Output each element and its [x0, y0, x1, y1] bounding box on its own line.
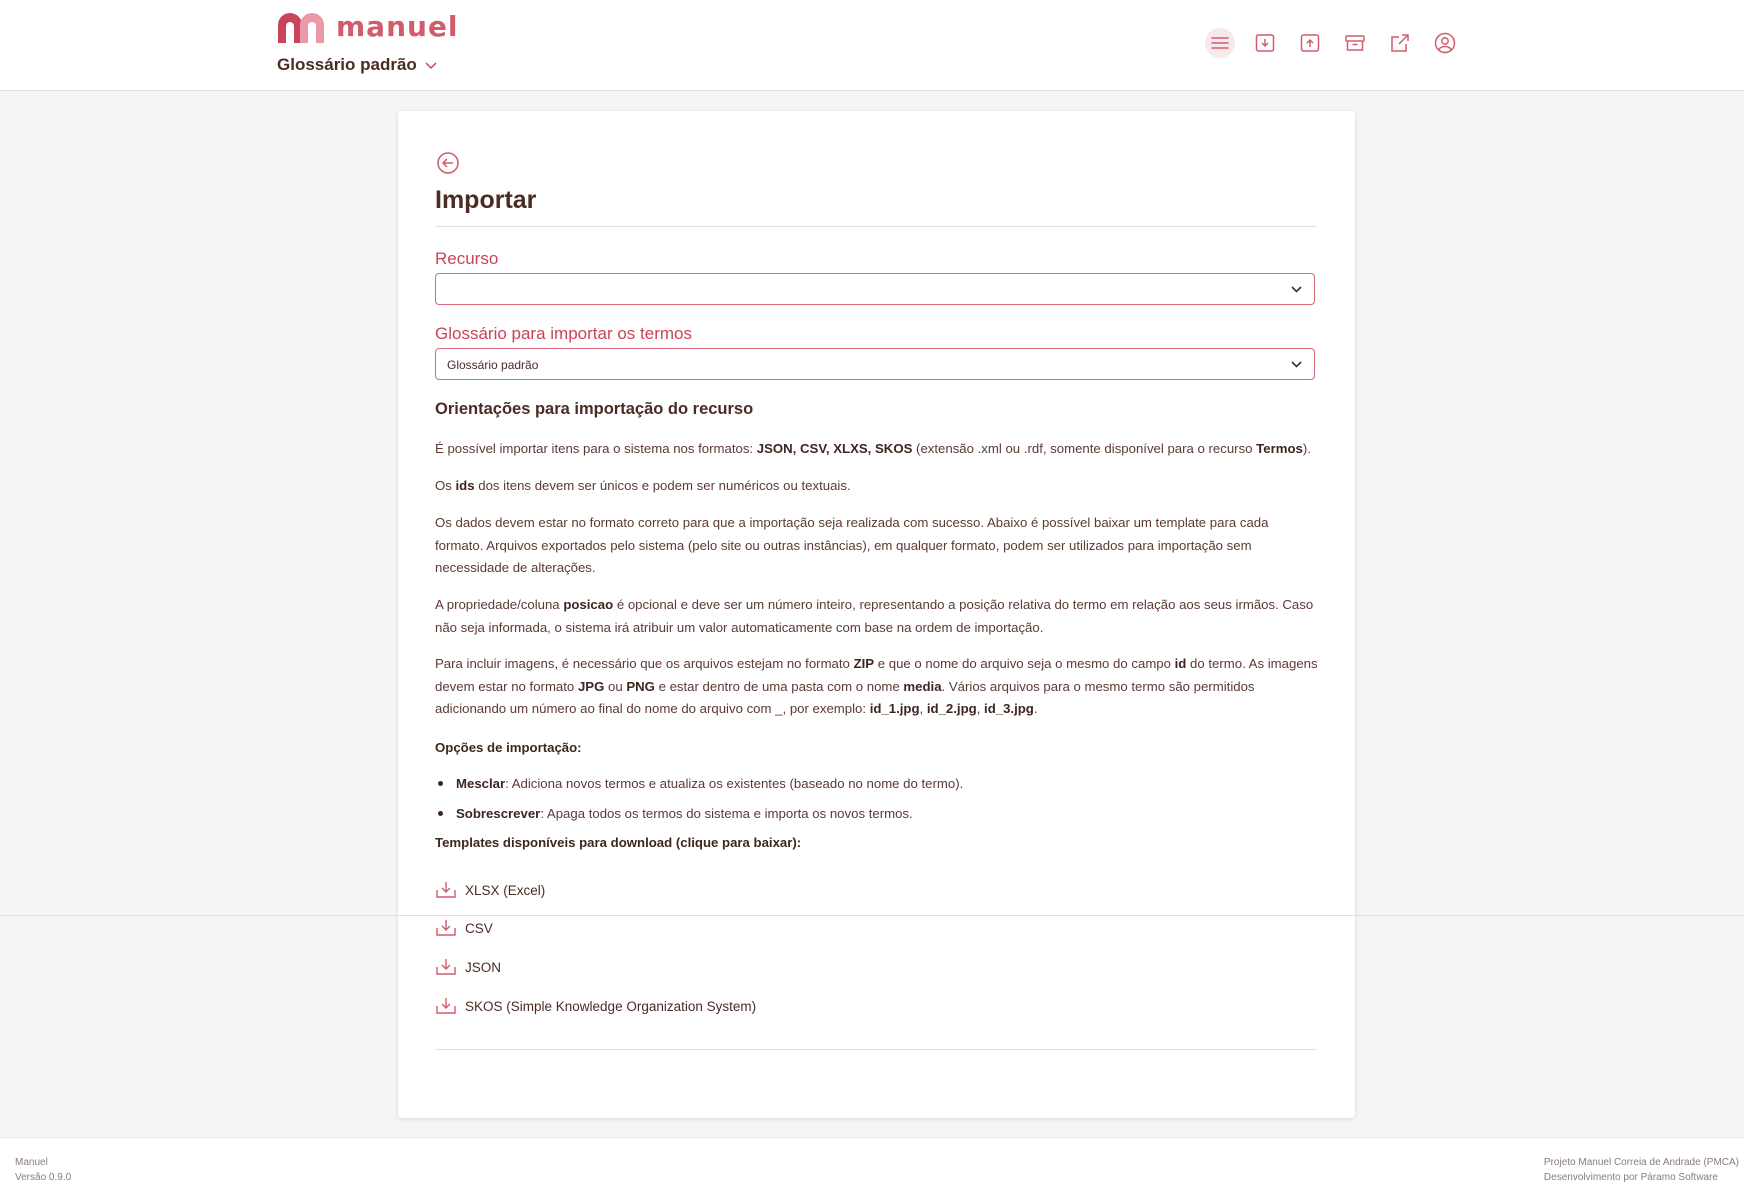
text: ).	[1302, 441, 1311, 456]
example-filename: id_3.jpg	[984, 701, 1034, 716]
text: ,	[919, 701, 927, 716]
option-description: : Adiciona novos termos e atualiza os ex…	[505, 776, 964, 791]
menu-icon	[1211, 37, 1229, 49]
bullet-icon	[438, 811, 443, 816]
logo-text: manuel	[336, 10, 459, 43]
footer-project: Projeto Manuel Correia de Andrade (PMCA)	[1543, 1157, 1739, 1168]
chevron-down-icon	[1291, 361, 1302, 368]
example-filename: id_2.jpg	[926, 701, 977, 716]
download-icon	[436, 920, 456, 936]
menu-button[interactable]	[1205, 28, 1235, 58]
resource-label: Recurso	[435, 249, 499, 268]
template-download-json[interactable]: JSON	[435, 958, 501, 976]
user-button[interactable]	[1430, 28, 1460, 58]
download-icon	[436, 998, 456, 1014]
glossary-selector[interactable]: Glossário padrão	[277, 55, 437, 75]
guidelines-title: Orientações para importação do recurso	[435, 400, 754, 418]
chevron-down-icon	[1291, 286, 1302, 293]
glossary-selector-label: Glossário padrão	[277, 55, 417, 74]
bullet-icon	[438, 781, 443, 786]
terms-resource: Termos	[1256, 441, 1303, 456]
import-button[interactable]	[1250, 28, 1280, 58]
position-paragraph: A propriedade/coluna posicao é opcional …	[435, 594, 1320, 639]
zip-keyword: ZIP	[853, 656, 875, 671]
import-card: Importar Recurso Glossário para importar…	[398, 111, 1355, 1118]
formats-list: JSON, CSV, XLXS, SKOS	[756, 441, 913, 456]
posicao-keyword: posicao	[563, 597, 614, 612]
text: É possível importar itens para o sistema…	[435, 441, 757, 456]
option-merge: Mesclar: Adiciona novos termos e atualiz…	[435, 776, 963, 791]
manuel-logo[interactable]: manuel	[276, 10, 459, 43]
options-title-text: Opções de importação:	[435, 740, 582, 755]
id-keyword: id	[1174, 656, 1187, 671]
text: dos itens devem ser únicos e podem ser n…	[474, 478, 851, 493]
resource-select[interactable]	[435, 273, 1315, 305]
jpg-keyword: JPG	[577, 678, 605, 694]
templates-title-text: Templates disponíveis para download (cli…	[435, 835, 802, 850]
footer-app-name: Manuel	[15, 1157, 48, 1168]
back-arrow-icon[interactable]	[436, 151, 460, 175]
text: ,	[976, 701, 985, 716]
divider	[435, 1049, 1317, 1050]
download-icon	[436, 882, 456, 898]
format-paragraph: Os dados devem estar no formato correto …	[435, 515, 1269, 575]
template-label: SKOS (Simple Knowledge Organization Syst…	[465, 998, 757, 1014]
text: (extensão .xml ou .rdf, somente disponív…	[912, 441, 1257, 456]
footer-version: Versão 0.9.0	[15, 1172, 72, 1183]
divider	[435, 226, 1317, 227]
top-header: manuel Glossário padrão	[0, 0, 1744, 91]
text: A propriedade/coluna	[435, 597, 564, 612]
page-title: Importar	[435, 186, 537, 214]
upload-icon	[1300, 34, 1320, 52]
viewport-divider	[0, 915, 1744, 916]
text: Para incluir imagens, é necessário que o…	[435, 656, 854, 671]
ids-paragraph: Os ids dos itens devem ser únicos e pode…	[435, 475, 1320, 498]
media-keyword: media	[903, 678, 942, 694]
external-link-icon	[1391, 34, 1409, 52]
text: e estar dentro de uma pasta com o nome	[654, 678, 904, 694]
template-label: CSV	[465, 920, 493, 936]
template-download-csv[interactable]: CSV	[435, 919, 493, 937]
glossary-label: Glossário para importar os termos	[435, 324, 692, 343]
templates-title: Templates disponíveis para download (cli…	[435, 832, 1320, 855]
footer: Manuel Versão 0.9.0 Projeto Manuel Corre…	[0, 1137, 1744, 1198]
option-name: Mesclar	[456, 776, 506, 791]
external-link-button[interactable]	[1385, 28, 1415, 58]
glossary-select[interactable]: Glossário padrão	[435, 348, 1315, 380]
png-keyword: PNG	[626, 678, 655, 694]
footer-app-info: Manuel Versão 0.9.0	[15, 1155, 71, 1185]
archive-icon	[1345, 35, 1365, 51]
example-filename: id_1.jpg	[869, 701, 920, 716]
chevron-down-icon	[425, 62, 437, 70]
template-label: XLSX (Excel)	[465, 882, 546, 898]
text: Os	[435, 478, 456, 493]
text: .	[1033, 701, 1038, 716]
template-label: JSON	[465, 959, 502, 975]
options-title: Opções de importação:	[435, 737, 1320, 760]
archive-button[interactable]	[1340, 28, 1370, 58]
formats-paragraph: É possível importar itens para o sistema…	[435, 438, 1320, 461]
template-download-skos[interactable]: SKOS (Simple Knowledge Organization Syst…	[435, 997, 756, 1015]
text: ou	[604, 678, 627, 694]
text: e que o nome do arquivo seja o mesmo do …	[874, 656, 1175, 671]
option-description: : Apaga todos os termos do sistema e imp…	[540, 806, 913, 821]
glossary-select-value: Glossário padrão	[447, 358, 539, 372]
header-toolbar	[1205, 28, 1475, 58]
footer-developer: Desenvolvimento por Páramo Software	[1543, 1172, 1718, 1183]
download-icon	[1255, 34, 1275, 52]
option-name: Sobrescrever	[456, 806, 541, 821]
export-button[interactable]	[1295, 28, 1325, 58]
ids-keyword: ids	[455, 478, 475, 493]
option-overwrite: Sobrescrever: Apaga todos os termos do s…	[435, 806, 913, 821]
user-icon	[1434, 32, 1456, 54]
download-icon	[436, 959, 456, 975]
manuel-logo-icon	[278, 12, 324, 43]
images-paragraph: Para incluir imagens, é necessário que o…	[435, 653, 1320, 721]
template-download-xlsx[interactable]: XLSX (Excel)	[435, 881, 545, 899]
footer-credits: Projeto Manuel Correia de Andrade (PMCA)…	[1544, 1155, 1739, 1185]
